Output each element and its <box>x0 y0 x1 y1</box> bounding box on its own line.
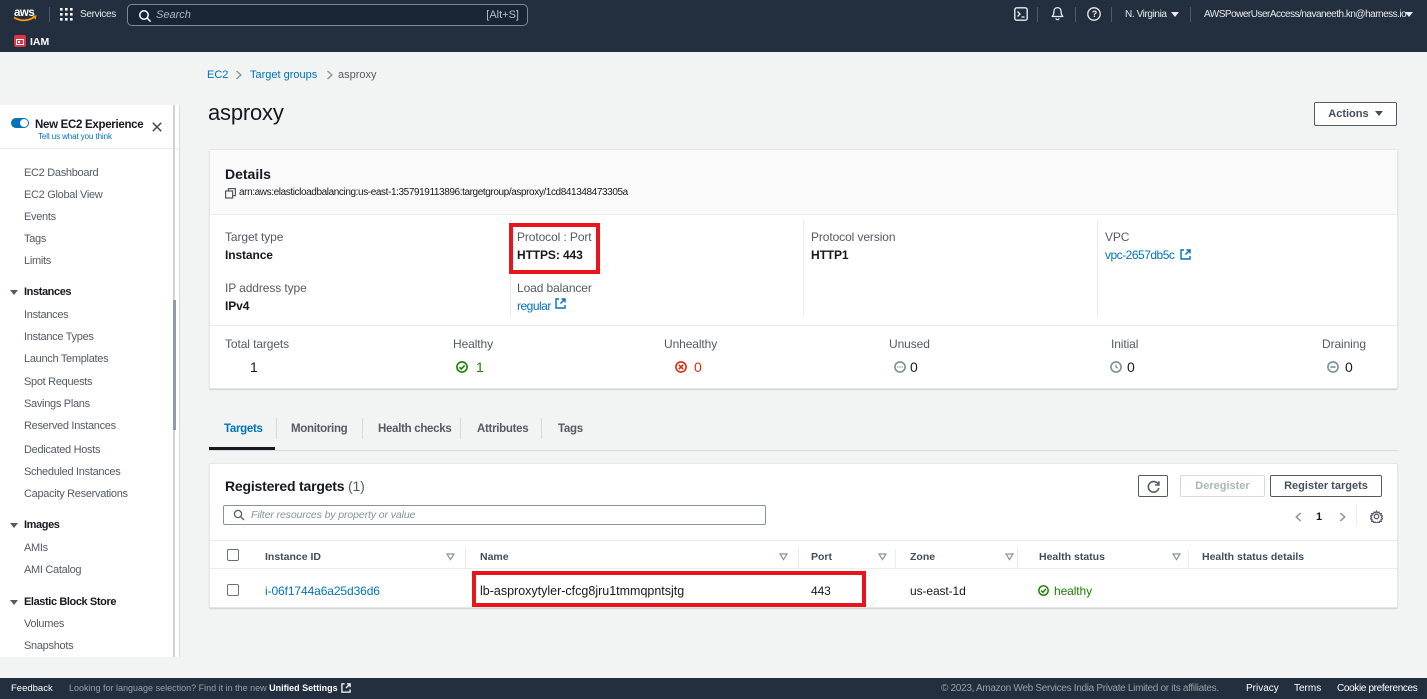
svg-text:?: ? <box>1092 9 1098 19</box>
svg-text:aws: aws <box>14 7 34 19</box>
